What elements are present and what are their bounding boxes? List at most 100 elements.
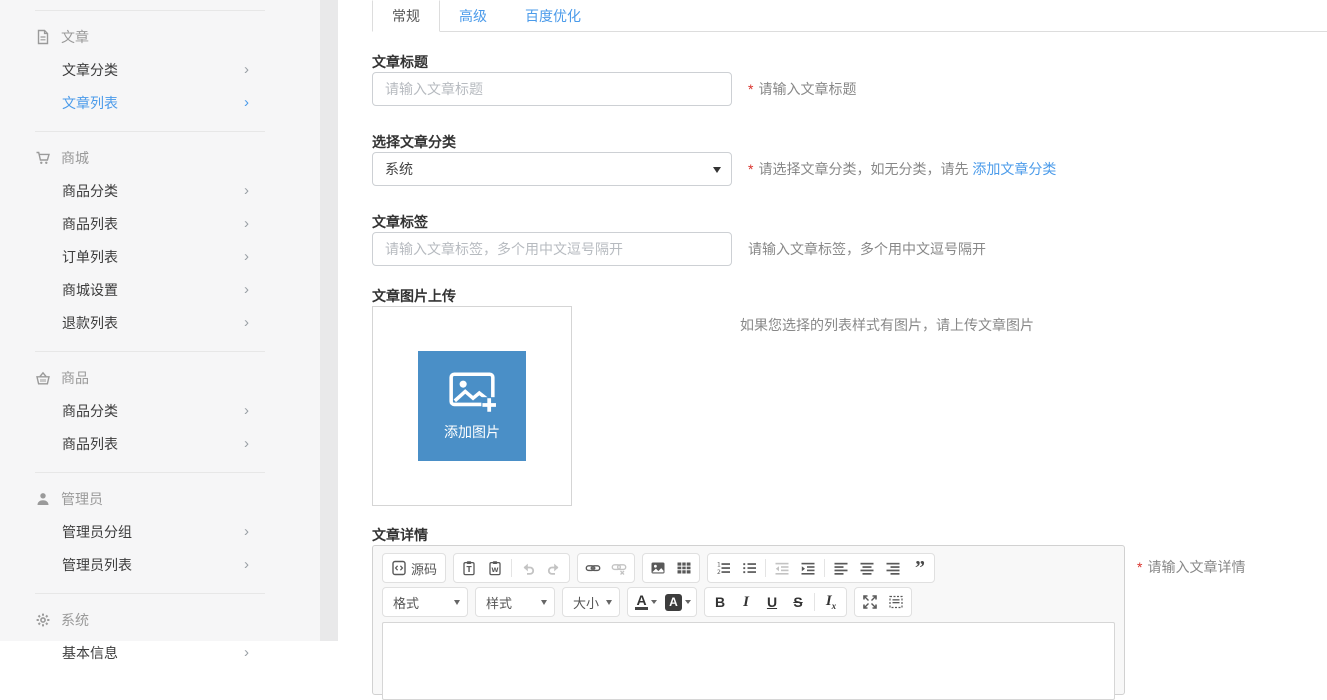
required-mark: *: [748, 161, 753, 177]
category-label: 选择文章分类: [372, 132, 1327, 152]
sidebar-item-article-list[interactable]: 文章列表 ›: [35, 86, 265, 119]
admin-user-icon: [35, 491, 51, 507]
sidebar-section-article: 文章 文章分类 › 文章列表 ›: [35, 10, 265, 131]
link-icon: [585, 560, 601, 576]
chevron-right-icon: ›: [244, 523, 265, 540]
paste-word-icon: W: [487, 560, 503, 576]
align-center-button[interactable]: [854, 555, 880, 581]
undo-button[interactable]: [515, 555, 541, 581]
sidebar-item-goods-category[interactable]: 商品分类 ›: [35, 394, 265, 427]
category-select-value: 系统: [385, 159, 413, 179]
bg-color-button[interactable]: A: [662, 589, 694, 615]
outdent-icon: [774, 560, 790, 576]
editor-content-area[interactable]: [382, 622, 1115, 700]
sidebar-item-article-category[interactable]: 文章分类 ›: [35, 53, 265, 86]
caret-down-icon: [651, 600, 657, 604]
link-button[interactable]: [580, 555, 606, 581]
sidebar-item-mall-settings[interactable]: 商城设置 ›: [35, 273, 265, 306]
chevron-right-icon: ›: [244, 94, 265, 111]
outdent-button[interactable]: [769, 555, 795, 581]
required-mark: *: [1137, 559, 1142, 575]
sidebar-item-mall-goods-list[interactable]: 商品列表 ›: [35, 207, 265, 240]
image-upload-box[interactable]: 添加图片: [372, 306, 572, 506]
indent-button[interactable]: [795, 555, 821, 581]
sidebar-item-mall-goods-category[interactable]: 商品分类 ›: [35, 174, 265, 207]
bold-button[interactable]: B: [707, 589, 733, 615]
paste-text-icon: T: [461, 560, 477, 576]
chevron-right-icon: ›: [244, 215, 265, 232]
source-button[interactable]: 源码: [385, 555, 443, 581]
sidebar-header-article[interactable]: 文章: [35, 21, 265, 53]
bullet-list-button[interactable]: [736, 555, 762, 581]
ordered-list-button[interactable]: 12: [710, 555, 736, 581]
sidebar-item-order-list[interactable]: 订单列表 ›: [35, 240, 265, 273]
rich-text-editor: 源码 T W: [372, 545, 1125, 695]
chevron-right-icon: ›: [244, 182, 265, 199]
format-combo[interactable]: 格式: [382, 587, 468, 617]
svg-text:1: 1: [717, 561, 721, 568]
align-right-button[interactable]: [880, 555, 906, 581]
size-combo[interactable]: 大小: [562, 587, 620, 617]
paste-text-button[interactable]: T: [456, 555, 482, 581]
redo-button[interactable]: [541, 555, 567, 581]
form-row-title: 文章标题 *请输入文章标题: [372, 52, 1327, 106]
svg-text:W: W: [491, 566, 498, 574]
chevron-right-icon: ›: [244, 402, 265, 419]
category-select[interactable]: 系统: [372, 152, 732, 186]
caret-down-icon: [685, 600, 691, 604]
blockquote-icon: ”: [915, 563, 923, 573]
text-color-icon: A: [635, 595, 648, 610]
paste-word-button[interactable]: W: [482, 555, 508, 581]
title-input[interactable]: [372, 72, 732, 106]
maximize-icon: [862, 594, 878, 610]
tags-input[interactable]: [372, 232, 732, 266]
sidebar-header-system[interactable]: 系统: [35, 604, 265, 636]
italic-button[interactable]: I: [733, 589, 759, 615]
combo-caret-icon: [599, 588, 619, 616]
align-left-button[interactable]: [828, 555, 854, 581]
align-center-icon: [859, 560, 875, 576]
style-combo[interactable]: 样式: [475, 587, 555, 617]
bullet-list-icon: [741, 560, 757, 576]
system-gear-icon: [35, 612, 51, 628]
tab-advanced[interactable]: 高级: [440, 0, 506, 32]
sidebar-header-admin[interactable]: 管理员: [35, 483, 265, 515]
text-color-button[interactable]: A: [630, 589, 662, 615]
show-blocks-button[interactable]: [883, 589, 909, 615]
underline-button[interactable]: U: [759, 589, 785, 615]
sidebar-item-refund-list[interactable]: 退款列表 ›: [35, 306, 265, 339]
ordered-list-icon: 12: [715, 560, 731, 576]
sidebar-item-admin-group[interactable]: 管理员分组 ›: [35, 515, 265, 548]
mall-cart-icon: [35, 150, 51, 166]
image-icon: [650, 560, 666, 576]
sidebar-header-mall[interactable]: 商城: [35, 142, 265, 174]
maximize-button[interactable]: [857, 589, 883, 615]
tab-baidu-seo[interactable]: 百度优化: [506, 0, 600, 32]
unlink-button[interactable]: [606, 555, 632, 581]
indent-icon: [800, 560, 816, 576]
strikethrough-button[interactable]: S: [785, 589, 811, 615]
sidebar-header-goods[interactable]: 商品: [35, 362, 265, 394]
editor-toolbar-row1: 源码 T W: [382, 553, 1115, 583]
form-row-category: 选择文章分类 系统 *请选择文章分类，如无分类，请先 添加文章分类: [372, 132, 1327, 186]
chevron-right-icon: ›: [244, 314, 265, 331]
add-category-link[interactable]: 添加文章分类: [972, 161, 1056, 177]
sidebar-section-mall: 商城 商品分类 › 商品列表 › 订单列表 › 商城设置 › 退款列表 ›: [35, 131, 265, 351]
sidebar-item-goods-list[interactable]: 商品列表 ›: [35, 427, 265, 460]
required-mark: *: [748, 81, 753, 97]
blockquote-button[interactable]: ”: [906, 555, 932, 581]
chevron-right-icon: ›: [244, 281, 265, 298]
editor-toolbar-row2: 格式 样式 大小 A: [382, 587, 1115, 617]
add-image-button[interactable]: 添加图片: [418, 351, 526, 461]
goods-basket-icon: [35, 370, 51, 386]
insert-table-button[interactable]: [671, 555, 697, 581]
tab-general[interactable]: 常规: [372, 0, 440, 32]
sidebar-header-label: 商城: [61, 148, 89, 168]
insert-image-button[interactable]: [645, 555, 671, 581]
sidebar-item-admin-list[interactable]: 管理员列表 ›: [35, 548, 265, 581]
chevron-right-icon: ›: [244, 61, 265, 78]
sidebar-scrollbar[interactable]: [320, 0, 338, 641]
remove-format-button[interactable]: Ix: [818, 589, 844, 615]
remove-format-icon: Ix: [826, 593, 836, 611]
sidebar-section-goods: 商品 商品分类 › 商品列表 ›: [35, 351, 265, 472]
